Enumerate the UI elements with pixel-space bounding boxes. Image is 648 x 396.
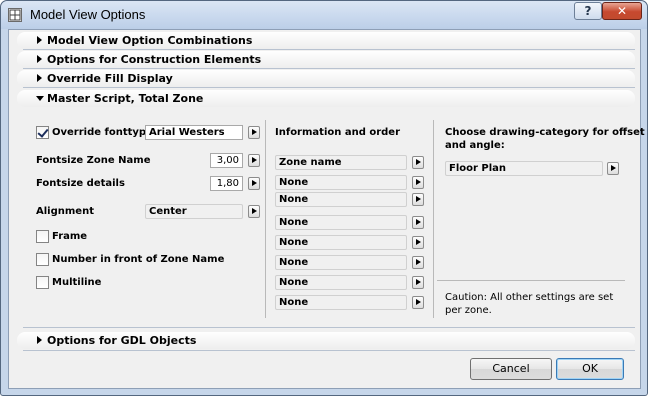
column-divider: [433, 120, 434, 318]
frame-checkbox[interactable]: [36, 230, 49, 243]
info-row-select[interactable]: None: [275, 192, 407, 207]
override-fonttype-label: Override fonttype: [52, 127, 153, 138]
separator: [23, 350, 635, 351]
help-icon: ?: [584, 4, 592, 18]
fontsize-zone-name-input[interactable]: 3,00: [210, 153, 243, 168]
section-combinations-label: Model View Option Combinations: [47, 34, 253, 47]
expand-arrow-icon: [37, 74, 42, 82]
number-in-front-label: Number in front of Zone Name: [52, 254, 225, 265]
fontsize-details-popup-icon[interactable]: [248, 177, 260, 190]
multiline-checkbox[interactable]: [36, 276, 49, 289]
section-master-script[interactable]: Master Script, Total Zone: [17, 90, 635, 107]
caution-text-2: per zone.: [445, 305, 492, 316]
expand-arrow-icon: [37, 336, 42, 344]
override-fonttype-checkbox[interactable]: [36, 126, 49, 139]
collapse-arrow-icon: [36, 96, 44, 101]
section-combinations[interactable]: Model View Option Combinations: [17, 32, 635, 49]
fontsize-zone-name-popup-icon[interactable]: [248, 154, 260, 167]
multiline-label: Multiline: [52, 277, 102, 288]
caution-text: Caution: All other settings are set: [445, 292, 614, 303]
info-row-select[interactable]: None: [275, 215, 407, 230]
section-gdl-objects[interactable]: Options for GDL Objects: [17, 332, 635, 349]
info-row-popup-icon[interactable]: [412, 296, 424, 309]
info-row-popup-icon[interactable]: [412, 216, 424, 229]
section-override-fill-label: Override Fill Display: [47, 72, 173, 85]
drawing-category-header: Choose drawing-category for offset: [445, 127, 645, 138]
dialog-content: Model View Option Combinations Options f…: [8, 29, 645, 389]
information-order-header: Information and order: [275, 127, 401, 138]
alignment-popup-icon[interactable]: [248, 205, 260, 218]
separator: [23, 49, 635, 50]
info-row-select[interactable]: Zone name: [275, 155, 407, 170]
app-icon: [8, 8, 22, 22]
info-row-select[interactable]: None: [275, 295, 407, 310]
info-row-popup-icon[interactable]: [412, 176, 424, 189]
close-button[interactable]: ✕: [602, 2, 642, 20]
section-gdl-objects-label: Options for GDL Objects: [47, 334, 197, 347]
fontsize-details-label: Fontsize details: [36, 178, 125, 189]
alignment-label: Alignment: [36, 206, 94, 217]
info-row-select[interactable]: None: [275, 235, 407, 250]
title-bar[interactable]: Model View Options ? ✕: [1, 1, 647, 29]
info-row-popup-icon[interactable]: [412, 156, 424, 169]
font-popup-icon[interactable]: [248, 126, 260, 139]
section-construction[interactable]: Options for Construction Elements: [17, 51, 635, 68]
drawing-category-select[interactable]: Floor Plan: [445, 161, 603, 176]
info-row-popup-icon[interactable]: [412, 256, 424, 269]
window-title: Model View Options: [30, 7, 146, 22]
help-button[interactable]: ?: [574, 2, 602, 20]
expand-arrow-icon: [37, 55, 42, 63]
section-master-script-label: Master Script, Total Zone: [47, 92, 204, 105]
drawing-category-popup-icon[interactable]: [607, 162, 619, 175]
fontsize-details-input[interactable]: 1,80: [210, 176, 243, 191]
info-row-popup-icon[interactable]: [412, 276, 424, 289]
dialog-window: Model View Options ? ✕ Model View Option…: [0, 0, 648, 396]
ok-button[interactable]: OK: [556, 358, 624, 380]
caution-divider: [437, 280, 625, 281]
expand-arrow-icon: [37, 36, 42, 44]
info-row-popup-icon[interactable]: [412, 193, 424, 206]
number-in-front-checkbox[interactable]: [36, 253, 49, 266]
column-divider: [265, 120, 266, 318]
fontsize-zone-name-label: Fontsize Zone Name: [36, 155, 151, 166]
separator: [23, 327, 635, 328]
font-name-input[interactable]: Arial Westers: [145, 125, 243, 140]
cancel-button[interactable]: Cancel: [470, 358, 552, 380]
separator: [23, 87, 635, 88]
drawing-category-header-2: and angle:: [445, 140, 505, 151]
info-row-select[interactable]: None: [275, 175, 407, 190]
section-construction-label: Options for Construction Elements: [47, 53, 262, 66]
close-icon: ✕: [616, 4, 628, 18]
section-override-fill[interactable]: Override Fill Display: [17, 70, 635, 87]
master-script-panel: Override fonttype Arial Westers Fontsize…: [9, 110, 645, 326]
frame-label: Frame: [52, 231, 88, 242]
alignment-select[interactable]: Center: [145, 204, 243, 219]
separator: [23, 68, 635, 69]
info-row-select[interactable]: None: [275, 255, 407, 270]
info-row-select[interactable]: None: [275, 275, 407, 290]
info-row-popup-icon[interactable]: [412, 236, 424, 249]
